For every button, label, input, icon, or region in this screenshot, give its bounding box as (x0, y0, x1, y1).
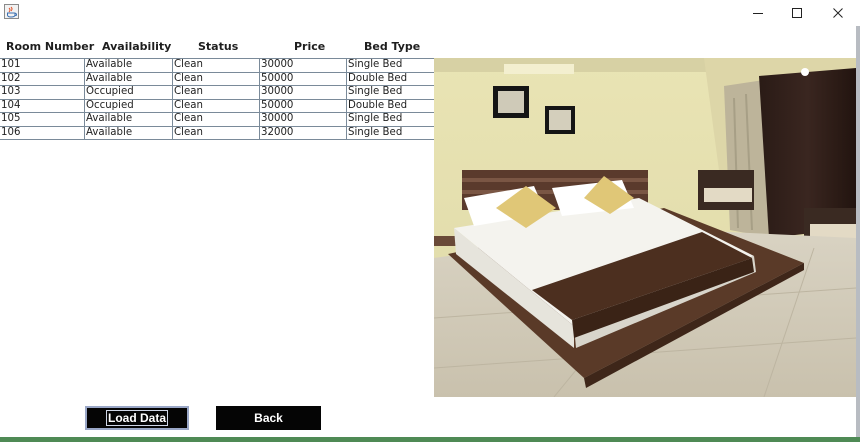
cell-bed-type: Double Bed (346, 99, 434, 112)
cell-price: 50000 (259, 99, 346, 112)
cell-price: 32000 (259, 126, 346, 139)
cell-status: Clean (172, 126, 259, 139)
cell-price: 30000 (259, 86, 346, 99)
cell-availability: Occupied (84, 99, 172, 112)
close-button[interactable] (818, 0, 858, 26)
hotel-room-photo (434, 58, 856, 397)
table-row[interactable]: 101 Available Clean 30000 Single Bed (0, 58, 434, 72)
cell-room-number: 104 (1, 99, 21, 111)
window-right-border (856, 26, 860, 442)
close-icon (833, 8, 843, 18)
cell-bed-type: Single Bed (346, 86, 434, 99)
cell-availability: Available (84, 113, 172, 126)
maximize-icon (792, 8, 802, 18)
title-bar (0, 0, 860, 26)
cell-status: Clean (172, 86, 259, 99)
table-header: Room Number Availability Status Price Be… (0, 40, 434, 56)
column-header-price[interactable]: Price (294, 40, 325, 53)
taskbar-strip (0, 437, 860, 442)
cell-bed-type: Single Bed (346, 113, 434, 126)
table-row[interactable]: 102 Available Clean 50000 Double Bed (0, 71, 434, 85)
cell-status: Clean (172, 59, 259, 72)
column-header-availability[interactable]: Availability (102, 40, 171, 53)
cell-room-number: 105 (1, 113, 21, 124)
cell-price: 50000 (259, 72, 346, 85)
back-label: Back (254, 411, 283, 425)
cell-price: 30000 (259, 113, 346, 126)
table-row[interactable]: 106 Available Clean 32000 Single Bed (0, 125, 434, 140)
cell-availability: Available (84, 72, 172, 85)
load-data-label: Load Data (105, 410, 169, 426)
cell-room-number: 101 (1, 59, 21, 70)
cell-room-number: 102 (1, 72, 21, 84)
cell-bed-type: Single Bed (346, 126, 434, 139)
cell-status: Clean (172, 113, 259, 126)
cell-room-number: 106 (1, 126, 21, 138)
cell-room-number: 103 (1, 86, 21, 97)
column-header-status[interactable]: Status (198, 40, 238, 53)
minimize-icon (753, 13, 763, 14)
load-data-button[interactable]: Load Data (85, 406, 189, 430)
bedroom-image (434, 58, 856, 397)
column-header-bed-type[interactable]: Bed Type (364, 40, 420, 53)
cell-bed-type: Double Bed (346, 72, 434, 85)
column-header-room-number[interactable]: Room Number (6, 40, 94, 53)
cell-price: 30000 (259, 59, 346, 72)
cell-availability: Available (84, 126, 172, 139)
cell-availability: Occupied (84, 86, 172, 99)
cell-status: Clean (172, 99, 259, 112)
table-row[interactable]: 105 Available Clean 30000 Single Bed (0, 112, 434, 126)
back-button[interactable]: Back (216, 406, 321, 430)
maximize-button[interactable] (777, 0, 817, 26)
table-row[interactable]: 104 Occupied Clean 50000 Double Bed (0, 98, 434, 112)
minimize-button[interactable] (738, 0, 778, 26)
java-app-icon (4, 4, 19, 19)
cell-availability: Available (84, 59, 172, 72)
cell-bed-type: Single Bed (346, 59, 434, 72)
table-row[interactable]: 103 Occupied Clean 30000 Single Bed (0, 85, 434, 99)
cell-status: Clean (172, 72, 259, 85)
